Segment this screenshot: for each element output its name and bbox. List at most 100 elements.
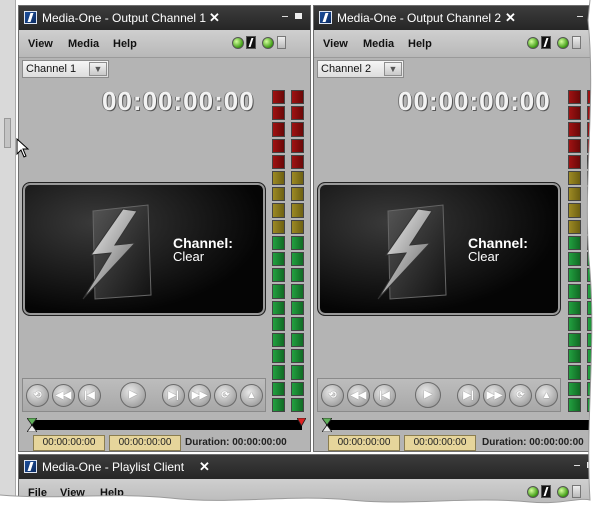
refresh-icon[interactable]: ⟳ [214,384,237,407]
output-channel-1-window: Media-One - Output Channel 1 ✕ View Medi… [18,5,311,452]
status-led-icon [527,37,539,49]
meter-segment-yellow [291,203,304,218]
play-icon[interactable]: ▶ [120,382,146,408]
seek-bar[interactable] [322,418,595,432]
menu-media[interactable]: Media [363,38,394,50]
meter-segment-green [272,316,285,332]
maximize-button[interactable] [587,462,594,468]
status-led-icon [527,486,539,498]
meter-segment-green [568,397,581,413]
eject-icon[interactable]: ▲ [240,384,263,407]
app-logo-icon [24,11,37,24]
lightning-logo-icon [377,204,447,300]
meter-segment-yellow [587,187,595,202]
timecode-display: 00:00:00:00 [102,86,255,116]
out-point-field[interactable]: 00:00:00:00 [109,435,181,451]
menu-help[interactable]: Help [113,38,137,50]
meter-segment-green [272,381,285,396]
skip-forward-icon[interactable]: ▶| [457,384,480,407]
meter-segment-red [568,138,581,153]
titlebar[interactable]: Media-One - Playlist Client ✕ [19,455,595,479]
meter-segment-green [272,397,285,413]
audio-meter-left [568,90,581,413]
meter-segment-red [291,90,304,105]
menu-view[interactable]: View [323,38,348,50]
chevron-down-icon[interactable]: ▼ [89,62,107,76]
minimize-button[interactable] [574,465,580,466]
meter-segment-green [291,268,304,283]
meter-segment-green [568,252,581,267]
fast-forward-icon[interactable]: ▶▶ [483,384,506,407]
meter-segment-green [291,397,304,413]
skip-back-icon[interactable]: |◀ [373,384,396,407]
meter-segment-green [587,397,595,413]
loop-icon[interactable]: ⟲ [321,384,344,407]
minimize-button[interactable] [577,16,583,17]
menu-file[interactable]: File [28,487,47,499]
titlebar[interactable]: Media-One - Output Channel 1 ✕ [19,6,310,30]
minimize-button[interactable] [282,16,288,17]
meter-segment-red [587,154,595,170]
out-point-marker-icon[interactable] [297,418,306,426]
menu-view[interactable]: View [60,487,85,499]
tab-close-button[interactable]: ✕ [505,10,516,26]
document-icon [572,485,581,498]
loop-icon[interactable]: ⟲ [26,384,49,407]
channel-select[interactable]: Channel 2 ▼ [317,60,404,78]
eject-icon[interactable]: ▲ [535,384,558,407]
out-point-field[interactable]: 00:00:00:00 [404,435,476,451]
in-point-field[interactable]: 00:00:00:00 [328,435,400,451]
meter-segment-green [587,252,595,267]
meter-segment-red [587,138,595,153]
skip-back-icon[interactable]: |◀ [78,384,101,407]
meter-segment-yellow [272,203,285,218]
seek-track[interactable] [31,420,302,430]
channel-select[interactable]: Channel 1 ▼ [22,60,109,78]
meter-segment-yellow [568,219,581,234]
refresh-icon[interactable]: ⟳ [509,384,532,407]
seek-track[interactable] [326,420,594,430]
tab-close-button[interactable]: ✕ [209,10,220,26]
menubar: View Media Help [19,30,310,58]
meter-segment-green [587,300,595,315]
playlist-right-pane [319,509,595,522]
meter-segment-red [587,90,595,105]
out-point-marker-icon[interactable] [589,418,595,426]
panel-grip[interactable] [4,118,11,148]
in-point-marker-icon[interactable] [27,418,37,432]
play-icon[interactable]: ▶ [415,382,441,408]
menu-media[interactable]: Media [68,38,99,50]
fast-forward-icon[interactable]: ▶▶ [188,384,211,407]
meter-segment-green [272,300,285,315]
meter-segment-yellow [568,203,581,218]
screen: Media-One - Output Channel 1 ✕ View Medi… [0,0,595,522]
meter-segment-green [272,284,285,299]
seek-bar[interactable] [27,418,306,432]
rewind-icon[interactable]: ◀◀ [347,384,370,407]
rewind-icon[interactable]: ◀◀ [52,384,75,407]
tab-close-button[interactable]: ✕ [199,459,210,475]
in-point-field[interactable]: 00:00:00:00 [33,435,105,451]
meter-segment-green [272,333,285,348]
menu-help[interactable]: Help [100,487,124,499]
meter-segment-green [568,235,581,251]
maximize-button[interactable] [295,13,302,19]
in-point-marker-icon[interactable] [322,418,332,432]
playlist-header[interactable]: ...nel 1 [23,509,313,522]
skip-forward-icon[interactable]: ▶| [162,384,185,407]
menu-view[interactable]: View [28,38,53,50]
meter-segment-yellow [568,171,581,186]
duration-label: Duration: 00:00:00:00 [185,437,287,448]
audio-meter-left [272,90,285,413]
meter-segment-green [568,284,581,299]
meter-segment-red [272,90,285,105]
status-led-icon [232,37,244,49]
meter-segment-green [291,349,304,364]
menu-help[interactable]: Help [408,38,432,50]
app-logo-icon [24,460,37,473]
flash-status-icon [246,36,256,49]
status-led-icon [262,37,274,49]
chevron-down-icon[interactable]: ▼ [384,62,402,76]
maximize-button[interactable] [590,13,595,19]
titlebar[interactable]: Media-One - Output Channel 2 ✕ [314,6,595,30]
